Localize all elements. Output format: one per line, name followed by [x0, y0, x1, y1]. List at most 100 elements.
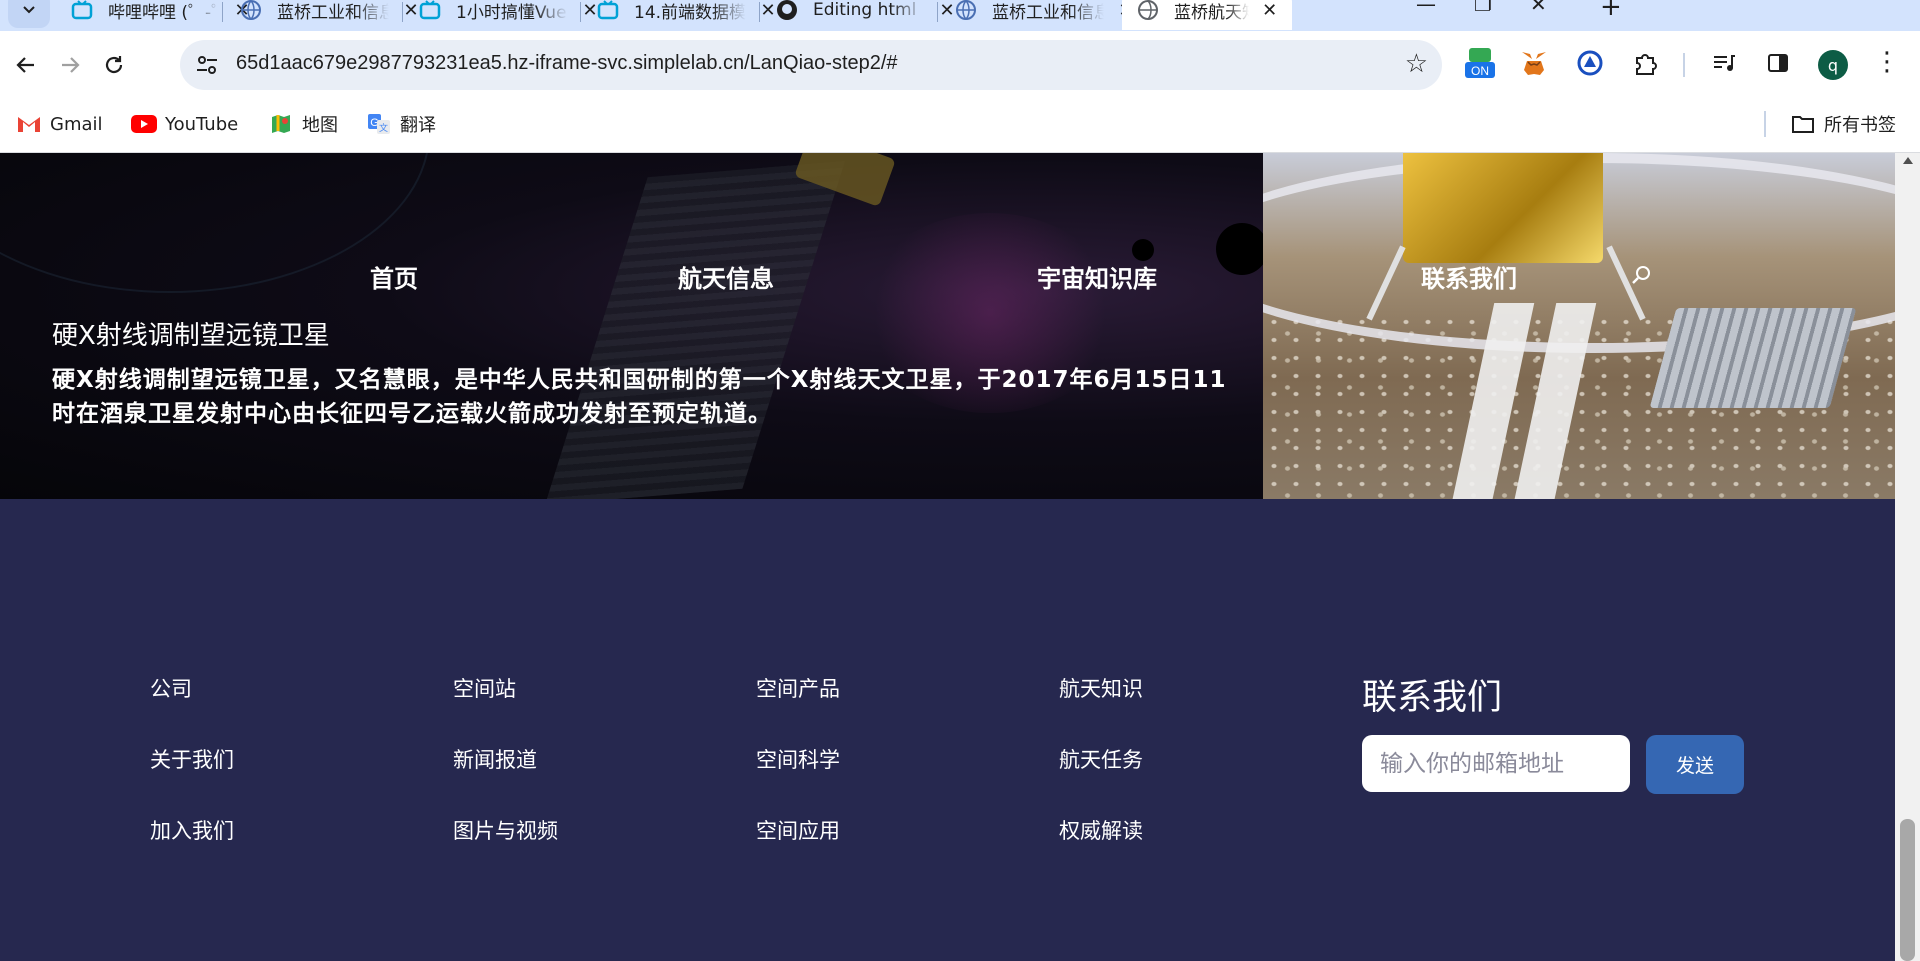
scroll-up-arrow-icon[interactable]	[1903, 157, 1913, 164]
reload-icon	[105, 56, 123, 74]
side-panel-icon	[1768, 54, 1788, 72]
reload-button[interactable]	[96, 47, 132, 83]
browser-menu-icon[interactable]: ⋮	[1874, 47, 1900, 77]
tab-separator	[402, 2, 403, 22]
bookmark-label: Gmail	[50, 113, 103, 135]
footer-link[interactable]: 加入我们	[150, 815, 234, 886]
tab-separator	[759, 2, 760, 22]
contact-title: 联系我们	[1362, 678, 1503, 718]
youtube-icon	[131, 113, 157, 135]
footer-link[interactable]: 关于我们	[150, 744, 234, 815]
tab-separator	[222, 2, 223, 22]
nav-home[interactable]: 首页	[370, 259, 418, 294]
tab-title: 1小时搞懂Vue	[456, 2, 567, 23]
footer-column-company: 公司 关于我们 加入我们	[150, 673, 234, 886]
close-window-button[interactable]: ✕	[1530, 0, 1547, 16]
rover-model	[1649, 308, 1857, 408]
back-button[interactable]	[8, 47, 44, 83]
tab-title: Editing html	[813, 0, 917, 20]
bookmark-star-icon[interactable]: ☆	[1405, 49, 1428, 79]
bilibili-icon	[596, 0, 620, 22]
metamask-extension[interactable]	[1516, 45, 1552, 81]
close-icon[interactable]: ✕	[1261, 0, 1278, 21]
translate-icon: G文	[366, 113, 392, 135]
tab-title: 蓝桥航天知识库	[1174, 2, 1249, 23]
tab-separator	[580, 2, 581, 22]
page-scrollbar[interactable]	[1895, 153, 1920, 961]
planet-dot	[1216, 223, 1268, 275]
side-panel-button[interactable]	[1760, 45, 1796, 81]
footer-link[interactable]: 新闻报道	[453, 744, 558, 815]
extension-on-button[interactable]: ON	[1462, 45, 1498, 81]
bookmarks-bar: Gmail YouTube 地图 G文 翻译 所有书签	[0, 99, 1920, 153]
scroll-thumb[interactable]	[1900, 819, 1915, 961]
minimize-button[interactable]: —	[1416, 0, 1436, 16]
footer-link[interactable]: 空间科学	[756, 744, 840, 815]
tab-search-button[interactable]	[8, 0, 50, 28]
bookmark-label: 地图	[302, 115, 338, 136]
bookmark-label: YouTube	[165, 113, 239, 135]
profile-avatar[interactable]: q	[1818, 50, 1848, 80]
bookmark-youtube[interactable]: YouTube	[131, 109, 238, 139]
all-bookmarks-label: 所有书签	[1824, 115, 1896, 136]
footer-link[interactable]: 空间应用	[756, 815, 840, 886]
toolbar-separator	[1683, 53, 1685, 77]
extensions-button[interactable]	[1627, 45, 1663, 81]
extension-badge-icon: ON	[1465, 48, 1495, 78]
footer-link[interactable]: 航天知识	[1059, 673, 1143, 744]
footer-column-products: 空间产品 空间科学 空间应用	[756, 673, 840, 886]
tab-title: 蓝桥工业和信息化部	[277, 2, 389, 23]
footer-link[interactable]: 公司	[150, 673, 234, 744]
bookmark-maps[interactable]: 地图	[268, 109, 338, 139]
planet-background-image	[0, 153, 430, 293]
media-control-button[interactable]	[1706, 45, 1742, 81]
fox-icon	[1522, 52, 1546, 75]
puzzle-icon	[1636, 54, 1657, 75]
tab-title: 14.前端数据模拟	[634, 2, 746, 23]
planet-dot	[1132, 239, 1154, 261]
github-icon	[775, 0, 799, 22]
globe-icon	[239, 0, 263, 22]
nav-space-info[interactable]: 航天信息	[678, 259, 774, 294]
hero-section: 首页 航天信息 宇宙知识库 联系我们 硬X射线调制望远镜卫星 硬X射线调制望远镜…	[0, 153, 1895, 499]
nav-contact[interactable]: 联系我们	[1421, 259, 1517, 294]
tab-lanqiao-2[interactable]: 蓝桥工业和信息化部 ✕	[940, 0, 1150, 30]
nav-knowledge-base[interactable]: 宇宙知识库	[1037, 259, 1157, 294]
site-settings-icon[interactable]	[194, 52, 220, 78]
tab-strip: 哔哩哔哩 (゜-゜)つロ ✕ 蓝桥工业和信息化部 ✕ 1小时搞懂Vue ✕ 14…	[0, 0, 1920, 31]
bookmark-translate[interactable]: G文 翻译	[366, 109, 436, 139]
satellite-panel-image	[545, 161, 845, 499]
triangle-extension[interactable]	[1572, 45, 1608, 81]
all-bookmarks-button[interactable]: 所有书签	[1790, 109, 1896, 139]
url-text[interactable]: 65d1aac679e2987793231ea5.hz-iframe-svc.s…	[236, 52, 898, 75]
address-bar[interactable]: 65d1aac679e2987793231ea5.hz-iframe-svc.s…	[180, 40, 1442, 90]
search-icon[interactable]	[1630, 263, 1654, 287]
footer-column-station: 空间站 新闻报道 图片与视频	[453, 673, 558, 886]
footer-link[interactable]: 权威解读	[1059, 815, 1143, 886]
page-viewport: 首页 航天信息 宇宙知识库 联系我们 硬X射线调制望远镜卫星 硬X射线调制望远镜…	[0, 153, 1920, 961]
triangle-circle-icon	[1577, 50, 1603, 76]
email-input[interactable]	[1362, 735, 1630, 792]
restore-button[interactable]: ❐	[1474, 0, 1492, 16]
extension-badge-text: ON	[1471, 64, 1489, 78]
footer-link[interactable]: 空间站	[453, 673, 558, 744]
tab-title: 哔哩哔哩 (゜-゜)つロ	[108, 2, 220, 23]
tab-active-lanqiao-knowledge[interactable]: 蓝桥航天知识库 ✕	[1122, 0, 1292, 30]
send-button[interactable]: 发送	[1646, 735, 1744, 794]
arrow-right-icon	[62, 57, 80, 73]
footer-link[interactable]: 航天任务	[1059, 744, 1143, 815]
bilibili-icon	[70, 0, 94, 22]
arrow-left-icon	[16, 57, 34, 73]
new-tab-button[interactable]: +	[1600, 0, 1622, 22]
svg-text:文: 文	[379, 122, 388, 134]
playlist-icon	[1714, 55, 1735, 71]
chevron-down-icon	[23, 6, 35, 14]
hero-description: 硬X射线调制望远镜卫星，又名慧眼，是中华人民共和国研制的第一个X射线天文卫星，于…	[52, 367, 1227, 427]
bookmark-gmail[interactable]: Gmail	[16, 109, 103, 139]
lander-model	[1403, 153, 1603, 263]
footer-link[interactable]: 空间产品	[756, 673, 840, 744]
forward-button[interactable]	[52, 47, 88, 83]
globe-icon	[954, 0, 978, 22]
bookmark-label: 翻译	[400, 115, 436, 136]
footer-link[interactable]: 图片与视频	[453, 815, 558, 886]
